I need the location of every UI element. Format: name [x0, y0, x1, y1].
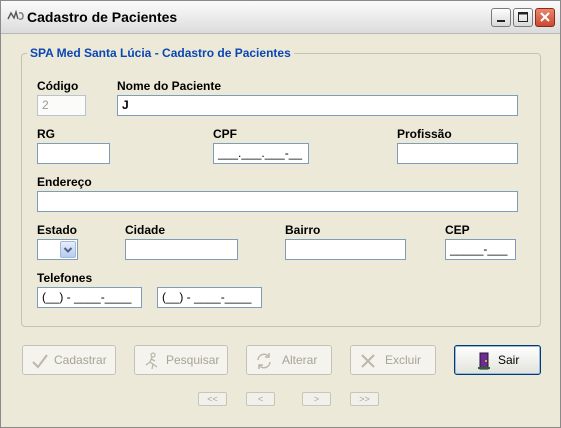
- rg-label: RG: [37, 127, 55, 141]
- pesquisar-label: Pesquisar: [166, 353, 220, 367]
- maximize-icon: [518, 12, 528, 22]
- running-person-icon: [145, 352, 158, 370]
- chevron-down-icon: [63, 247, 73, 253]
- excluir-label: Excluir: [385, 353, 422, 367]
- codigo-field: 2: [37, 95, 86, 116]
- telefone1-field[interactable]: (__) - ____-____: [37, 287, 142, 308]
- cpf-field[interactable]: ___.___.___-__: [213, 143, 309, 164]
- cep-field[interactable]: _____-___: [445, 239, 516, 260]
- nav-first-button[interactable]: <<: [198, 392, 227, 406]
- minimize-button[interactable]: [491, 8, 511, 27]
- nav-next-button[interactable]: >: [302, 392, 331, 406]
- profissao-label: Profissão: [397, 127, 452, 141]
- app-icon: [7, 9, 24, 20]
- codigo-label: Código: [37, 79, 79, 93]
- cpf-label: CPF: [213, 127, 237, 141]
- bairro-label: Bairro: [285, 223, 321, 237]
- close-icon: [540, 12, 550, 22]
- rg-field[interactable]: [37, 143, 110, 164]
- cadastrar-label: Cadastrar: [54, 353, 107, 367]
- endereco-field[interactable]: [37, 191, 518, 212]
- estado-dropdown-button[interactable]: [60, 241, 76, 258]
- telefone2-field[interactable]: (__) - ____-____: [157, 287, 262, 308]
- estado-label: Estado: [37, 223, 78, 237]
- alterar-label: Alterar: [282, 353, 318, 367]
- checkmark-icon: [32, 354, 48, 369]
- cep-label: CEP: [445, 223, 470, 237]
- groupbox-title: SPA Med Santa Lúcia - Cadastro de Pacien…: [27, 46, 294, 60]
- telefones-label: Telefones: [37, 271, 93, 285]
- estado-select[interactable]: [37, 239, 78, 260]
- bairro-field[interactable]: [285, 239, 406, 260]
- sair-label: Sair: [498, 353, 520, 367]
- nome-field[interactable]: J: [117, 95, 518, 116]
- cadastrar-button[interactable]: Cadastrar: [22, 345, 116, 375]
- nav-last-button[interactable]: >>: [350, 392, 379, 406]
- nav-prev-button[interactable]: <: [246, 392, 275, 406]
- cidade-label: Cidade: [125, 223, 166, 237]
- profissao-field[interactable]: [397, 143, 518, 164]
- main-window: Cadastro de Pacientes SPA Med Santa Lúci…: [0, 0, 561, 428]
- exit-door-icon: [478, 352, 490, 370]
- window-title: Cadastro de Pacientes: [27, 9, 178, 25]
- refresh-icon: [257, 353, 271, 369]
- minimize-icon: [497, 20, 505, 22]
- cidade-field[interactable]: [125, 239, 238, 260]
- sair-button[interactable]: Sair: [454, 345, 541, 375]
- endereco-label: Endereço: [37, 175, 92, 189]
- delete-x-icon: [361, 354, 375, 368]
- close-button[interactable]: [535, 8, 555, 27]
- excluir-button[interactable]: Excluir: [350, 345, 436, 375]
- title-bar[interactable]: Cadastro de Pacientes: [1, 1, 560, 34]
- maximize-button[interactable]: [513, 8, 533, 27]
- alterar-button[interactable]: Alterar: [246, 345, 332, 375]
- pesquisar-button[interactable]: Pesquisar: [134, 345, 228, 375]
- nome-label: Nome do Paciente: [117, 79, 222, 93]
